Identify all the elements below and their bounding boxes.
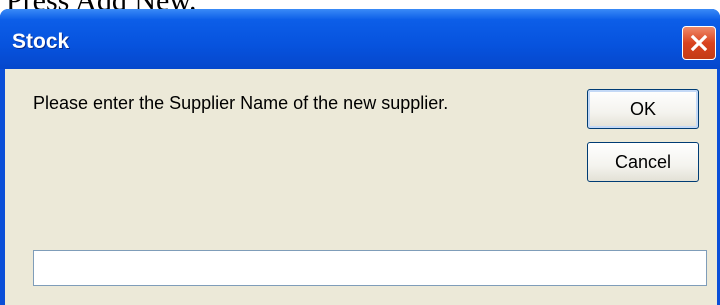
cancel-button[interactable]: Cancel [587, 142, 699, 182]
supplier-name-input[interactable] [33, 250, 707, 286]
close-icon [690, 34, 708, 52]
prompt-text: Please enter the Supplier Name of the ne… [33, 93, 449, 113]
dialog-body: Please enter the Supplier Name of the ne… [5, 69, 717, 305]
page: Press Add New. Stock Please enter the Su… [0, 0, 720, 305]
title-bar[interactable]: Stock [0, 9, 720, 69]
close-button[interactable] [682, 26, 716, 60]
window-title: Stock [12, 30, 70, 53]
ok-button[interactable]: OK [587, 89, 699, 129]
input-dialog: Stock Please enter the Supplier Name of … [0, 9, 720, 305]
